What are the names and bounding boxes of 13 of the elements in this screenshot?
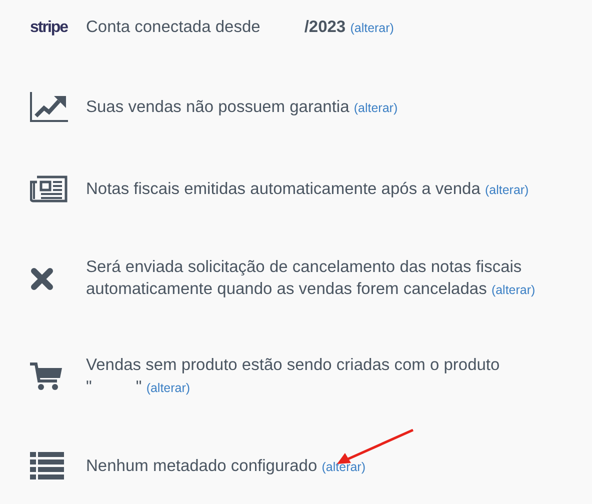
change-link[interactable]: (alterar)	[350, 21, 394, 35]
stripe-logo: stripe	[30, 18, 68, 36]
change-link[interactable]: (alterar)	[354, 100, 398, 114]
change-link[interactable]: (alterar)	[484, 182, 529, 196]
change-link[interactable]: (alterar)	[322, 460, 366, 474]
item-text: Será enviada solicitação de cancelamento das notas fiscais automaticamente quando as vendas forem canceladas (alterar)	[86, 257, 536, 300]
item-text: Nenhum metadado configurado (alterar)	[86, 456, 366, 476]
item-text: Notas fiscais emitidas automaticamente após a venda (alterar)	[86, 178, 529, 200]
item-text: Suas vendas não possuem garantia (alterar)	[86, 96, 398, 118]
change-link[interactable]: (alterar)	[491, 283, 536, 297]
item-text: Vendas sem produto estão sendo criadas com o produto " " (alterar)	[86, 355, 500, 398]
item-text: Conta conectada desde /2023 (alterar)	[86, 17, 394, 38]
change-link[interactable]: (alterar)	[146, 381, 190, 395]
